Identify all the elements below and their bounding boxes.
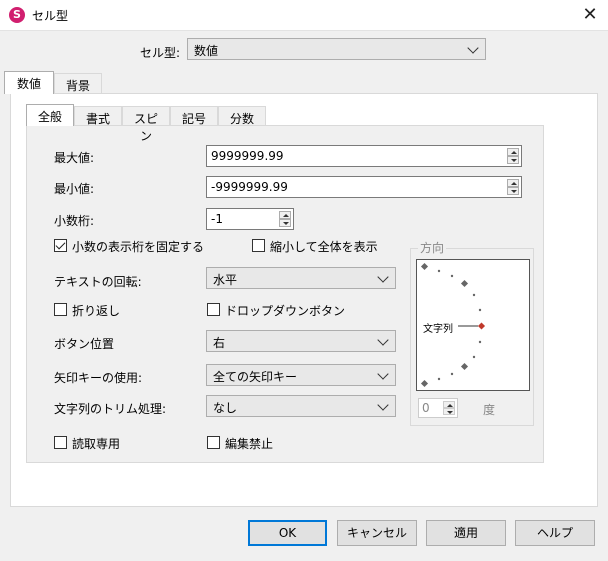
edit-disabled-label: 編集禁止 [225,437,274,451]
min-value-text: -9999999.99 [211,180,288,194]
tab-number[interactable]: 数値 [4,71,54,94]
arrow-keys-select[interactable]: 全ての矢印キー [206,364,396,386]
close-icon[interactable]: ✕ [578,3,602,27]
readonly-label: 読取専用 [72,437,121,451]
help-button[interactable]: ヘルプ [515,520,595,546]
wrap-label: 折り返し [72,304,121,318]
shrink-to-fit-label: 縮小して全体を表示 [270,240,378,254]
spin-down-icon[interactable] [507,187,519,195]
app-icon: S [9,7,25,23]
shrink-to-fit-checkbox[interactable] [252,239,265,252]
spin-up-icon[interactable] [507,148,519,156]
tab-fraction[interactable]: 分数 [218,106,266,126]
chevron-down-icon [467,42,479,54]
trim-label: 文字列のトリム処理: [54,402,167,416]
cancel-button[interactable]: キャンセル [337,520,417,546]
decimals-input[interactable]: -1 [206,208,294,230]
chevron-down-icon [377,334,389,346]
spin-up-icon[interactable] [507,179,519,187]
fix-decimal-label: 小数の表示桁を固定する [72,240,205,254]
arrow-keys-label: 矢印キーの使用: [54,371,143,385]
max-value-spinner[interactable] [507,148,519,164]
decimals-spinner[interactable] [279,211,291,227]
celltype-value: 数値 [194,44,219,58]
degree-spinner[interactable] [443,401,455,415]
button-position-label: ボタン位置 [54,337,115,351]
fix-decimal-checkbox[interactable] [54,239,67,252]
orientation-dial[interactable]: 文字列 [416,259,530,391]
celltype-select[interactable]: 数値 [187,38,486,60]
orientation-dial-text: 文字列 [423,324,453,335]
tab-background[interactable]: 背景 [54,73,102,93]
chevron-down-icon [377,399,389,411]
degree-value: 0 [422,401,430,415]
spin-up-icon[interactable] [443,401,455,408]
edit-disabled-checkbox[interactable] [207,436,220,449]
tab-format[interactable]: 書式 [74,106,122,126]
spin-down-icon[interactable] [443,408,455,415]
spin-down-icon[interactable] [507,156,519,164]
tab-spin[interactable]: スピン [122,106,170,143]
rotation-select[interactable]: 水平 [206,267,396,289]
trim-select[interactable]: なし [206,395,396,417]
dropdown-button-checkbox[interactable] [207,303,220,316]
min-value-input[interactable]: -9999999.99 [206,176,522,198]
arrow-keys-value: 全ての矢印キー [213,370,298,384]
orientation-group-title: 方向 [418,239,447,256]
max-value-input[interactable]: 9999999.99 [206,145,522,167]
min-value-label: 最小値: [54,182,95,196]
max-value-text: 9999999.99 [211,149,284,163]
readonly-checkbox[interactable] [54,436,67,449]
window-title: セル型 [32,9,69,23]
rotation-label: テキストの回転: [54,275,142,289]
spin-up-icon[interactable] [279,211,291,219]
button-position-value: 右 [213,336,226,350]
min-value-spinner[interactable] [507,179,519,195]
tab-general[interactable]: 全般 [26,104,74,126]
apply-button[interactable]: 適用 [426,520,506,546]
spin-down-icon[interactable] [279,219,291,227]
button-position-select[interactable]: 右 [206,330,396,352]
degree-unit-label: 度 [483,403,496,417]
chevron-down-icon [377,368,389,380]
ok-button[interactable]: OK [248,520,327,546]
title-bar [0,0,608,30]
chevron-down-icon [377,271,389,283]
wrap-checkbox[interactable] [54,303,67,316]
decimals-text: -1 [211,212,223,226]
celltype-label: セル型: [140,46,181,60]
degree-input[interactable]: 0 [418,398,458,418]
title-divider [0,30,608,31]
decimals-label: 小数桁: [54,214,95,228]
rotation-value: 水平 [213,273,238,287]
tab-symbol[interactable]: 記号 [170,106,218,126]
dropdown-button-label: ドロップダウンボタン [225,304,346,318]
trim-value: なし [213,401,238,415]
max-value-label: 最大値: [54,151,95,165]
